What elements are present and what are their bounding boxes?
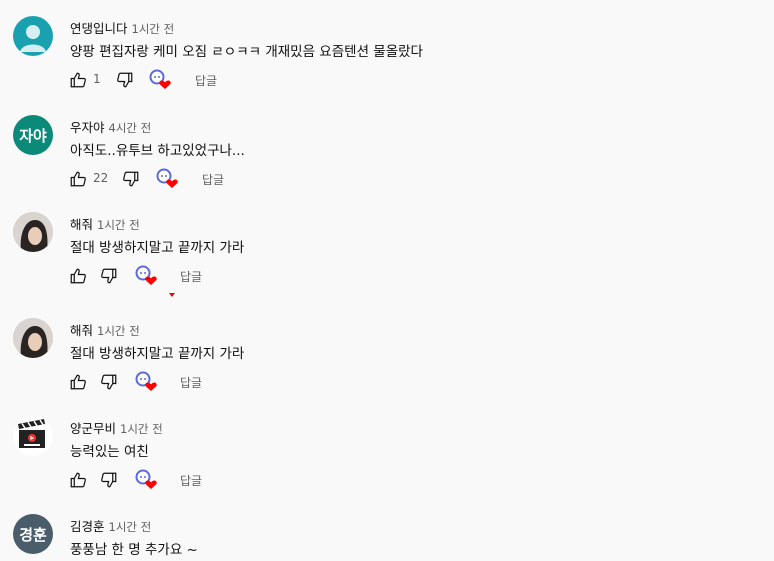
timestamp[interactable]: 1시간 전 [109,520,152,534]
comment-text: 절대 방생하지말고 끝까지 가라 [70,346,245,362]
timestamp[interactable]: 4시간 전 [109,121,152,135]
default-avatar-icon [20,25,46,52]
thumbs-up-icon[interactable] [69,373,87,391]
profile-photo-icon [13,318,53,358]
thumbs-down-icon[interactable] [100,471,118,489]
reply-button[interactable]: 답글 [202,171,224,188]
comment-actions: 1 답글 [0,69,774,91]
author-name[interactable]: 양군무비 [70,421,116,436]
avatar[interactable] [13,416,53,456]
thumbs-up-icon[interactable] [69,471,87,489]
comment-text: 절대 방생하지말고 끝까지 가라 [70,240,245,256]
timestamp[interactable]: 1시간 전 [132,22,175,36]
timestamp[interactable]: 1시간 전 [120,422,163,436]
comment-actions: 답글 [0,371,774,393]
avatar[interactable]: 자야 [13,115,53,155]
thumbs-down-icon[interactable] [100,373,118,391]
reply-button[interactable]: 답글 [180,268,202,285]
creator-heart-icon[interactable] [149,69,171,91]
like-count: 1 [93,72,101,86]
comment-text: 양팡 편집자랑 케미 오짐 ㄹㅇㅋㅋ 개재밌음 요즘텐션 물올랐다 [70,44,423,60]
thumbs-down-icon[interactable] [100,267,118,285]
thumbs-up-icon[interactable] [69,71,87,89]
profile-photo-icon [13,212,53,252]
comment-header: 우자야 4시간 전 [70,117,151,136]
comment-actions: 답글 [0,469,774,491]
comment-text: 능력있는 여친 [70,444,149,460]
comment-text: 풍풍남 한 명 추가요 ~ [70,542,198,558]
author-name[interactable]: 김경훈 [70,519,105,534]
creator-heart-icon[interactable] [135,469,157,491]
comment-text: 아직도..유투브 하고있었구나... [70,143,245,159]
comment-header: 김경훈 1시간 전 [70,516,151,535]
thumbs-up-icon[interactable] [69,267,87,285]
creator-heart-icon[interactable] [135,371,157,393]
reply-button[interactable]: 답글 [180,374,202,391]
creator-heart-icon[interactable] [135,265,157,287]
comment-header: 해줘 1시간 전 [70,214,140,233]
avatar[interactable]: 경훈 [13,514,53,554]
author-name[interactable]: 우자야 [70,120,105,135]
comment-header: 양군무비 1시간 전 [70,418,163,437]
thumbs-down-icon[interactable] [122,170,140,188]
author-name[interactable]: 해줘 [70,217,93,232]
author-name[interactable]: 연댕입니다 [70,21,128,36]
comment-actions: 22 답글 [0,168,774,190]
avatar-initials: 자야 [19,126,47,145]
like-count: 22 [93,171,109,185]
avatar[interactable] [13,212,53,252]
comment-actions: 답글 [0,265,774,297]
author-name[interactable]: 해줘 [70,323,93,338]
creator-heart-icon[interactable] [156,168,178,190]
avatar[interactable] [13,318,53,358]
caret-down-icon [169,293,175,297]
avatar[interactable] [13,16,53,56]
clapperboard-icon [18,419,45,448]
timestamp[interactable]: 1시간 전 [97,218,140,232]
reply-button[interactable]: 답글 [180,472,202,489]
avatar-initials: 경훈 [19,525,47,544]
timestamp[interactable]: 1시간 전 [97,324,140,338]
comment-header: 연댕입니다 1시간 전 [70,18,174,37]
comment-header: 해줘 1시간 전 [70,320,140,339]
thumbs-up-icon[interactable] [69,170,87,188]
reply-button[interactable]: 답글 [195,72,217,89]
thumbs-down-icon[interactable] [116,71,134,89]
